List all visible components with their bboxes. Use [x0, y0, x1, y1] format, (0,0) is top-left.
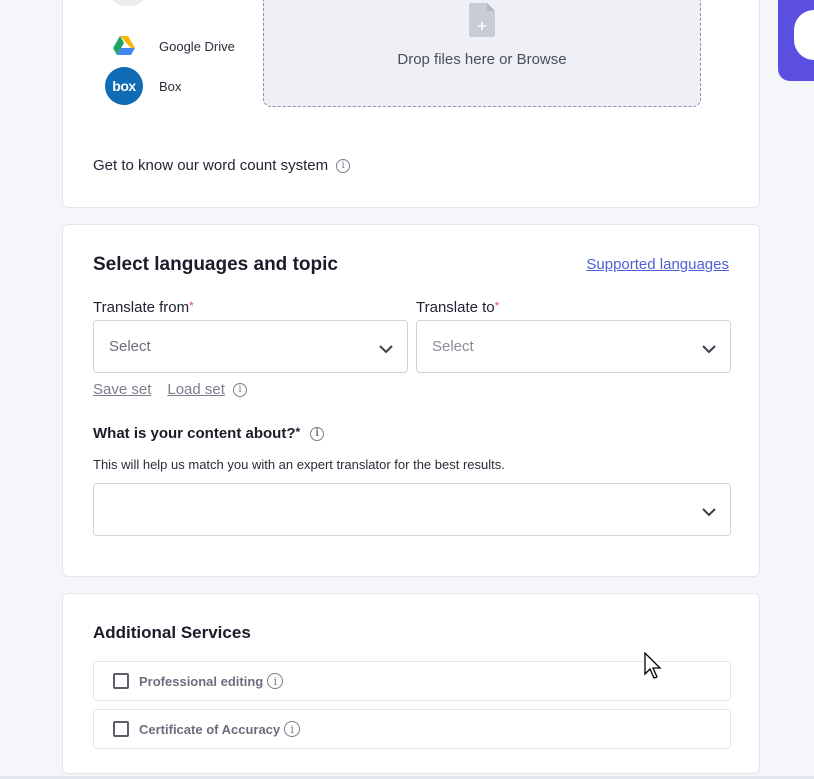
file-dropzone[interactable]: Drop files here or Browse: [263, 0, 701, 107]
word-count-text: Get to know our word count system: [93, 157, 329, 174]
supported-languages-link[interactable]: Supported languages: [586, 256, 729, 273]
language-set-links: Save set Load set i: [93, 381, 247, 398]
upload-card: Google Drive box Box Drop files here or …: [62, 0, 760, 208]
source-box[interactable]: box Box: [105, 67, 181, 105]
info-icon[interactable]: i: [267, 673, 284, 689]
word-count-info[interactable]: Get to know our word count system i: [93, 157, 351, 174]
info-icon[interactable]: i: [310, 426, 325, 441]
source-google-drive[interactable]: Google Drive: [105, 27, 235, 65]
required-mark: *: [295, 425, 301, 439]
translate-from-label-text: Translate from: [93, 299, 190, 316]
google-drive-icon: [105, 27, 143, 65]
file-add-icon: [469, 3, 495, 42]
translate-to-label: Translate to*: [416, 299, 499, 316]
chevron-down-icon: [702, 341, 716, 359]
select-placeholder: Select: [432, 338, 474, 355]
service-label: Certificate of Accuracy: [139, 721, 281, 737]
source-label: Box: [159, 78, 182, 94]
required-mark: *: [494, 299, 500, 313]
info-icon[interactable]: i: [284, 721, 301, 737]
section-title: Additional Services: [93, 623, 251, 642]
source-label: Google Drive: [159, 38, 235, 54]
service-professional-editing[interactable]: Professional editing i: [93, 661, 731, 701]
chevron-down-icon: [702, 504, 716, 522]
chat-widget-button[interactable]: [778, 0, 814, 81]
info-icon[interactable]: i: [232, 382, 247, 397]
select-placeholder: Select: [109, 338, 151, 355]
section-title: Select languages and topic: [93, 254, 338, 275]
translate-to-label-text: Translate to: [416, 299, 495, 316]
chat-widget-inner: [794, 10, 814, 60]
languages-card: Select languages and topic Supported lan…: [62, 224, 760, 577]
service-certificate-of-accuracy[interactable]: Certificate of Accuracy i: [93, 709, 731, 749]
translate-to-select[interactable]: Select: [416, 320, 731, 373]
service-label: Professional editing: [139, 673, 264, 689]
source-avatar-partial: [109, 0, 147, 6]
content-question: What is your content about? * i: [93, 425, 325, 442]
info-icon[interactable]: i: [336, 158, 351, 173]
mouse-cursor-icon: [644, 651, 664, 685]
save-set-link[interactable]: Save set: [93, 381, 151, 398]
required-mark: *: [189, 299, 194, 313]
box-icon: box: [105, 67, 143, 105]
chevron-down-icon: [379, 341, 393, 359]
dropzone-text: Drop files here or Browse: [397, 51, 567, 68]
content-topic-select[interactable]: [93, 483, 731, 536]
content-question-text: What is your content about?: [93, 425, 296, 442]
translate-from-label: Translate from*: [93, 299, 194, 316]
content-help-text: This will help us match you with an expe…: [93, 457, 505, 472]
checkbox[interactable]: [113, 721, 129, 737]
checkbox[interactable]: [113, 673, 129, 689]
load-set-link[interactable]: Load set: [167, 381, 225, 398]
translate-from-select[interactable]: Select: [93, 320, 408, 373]
